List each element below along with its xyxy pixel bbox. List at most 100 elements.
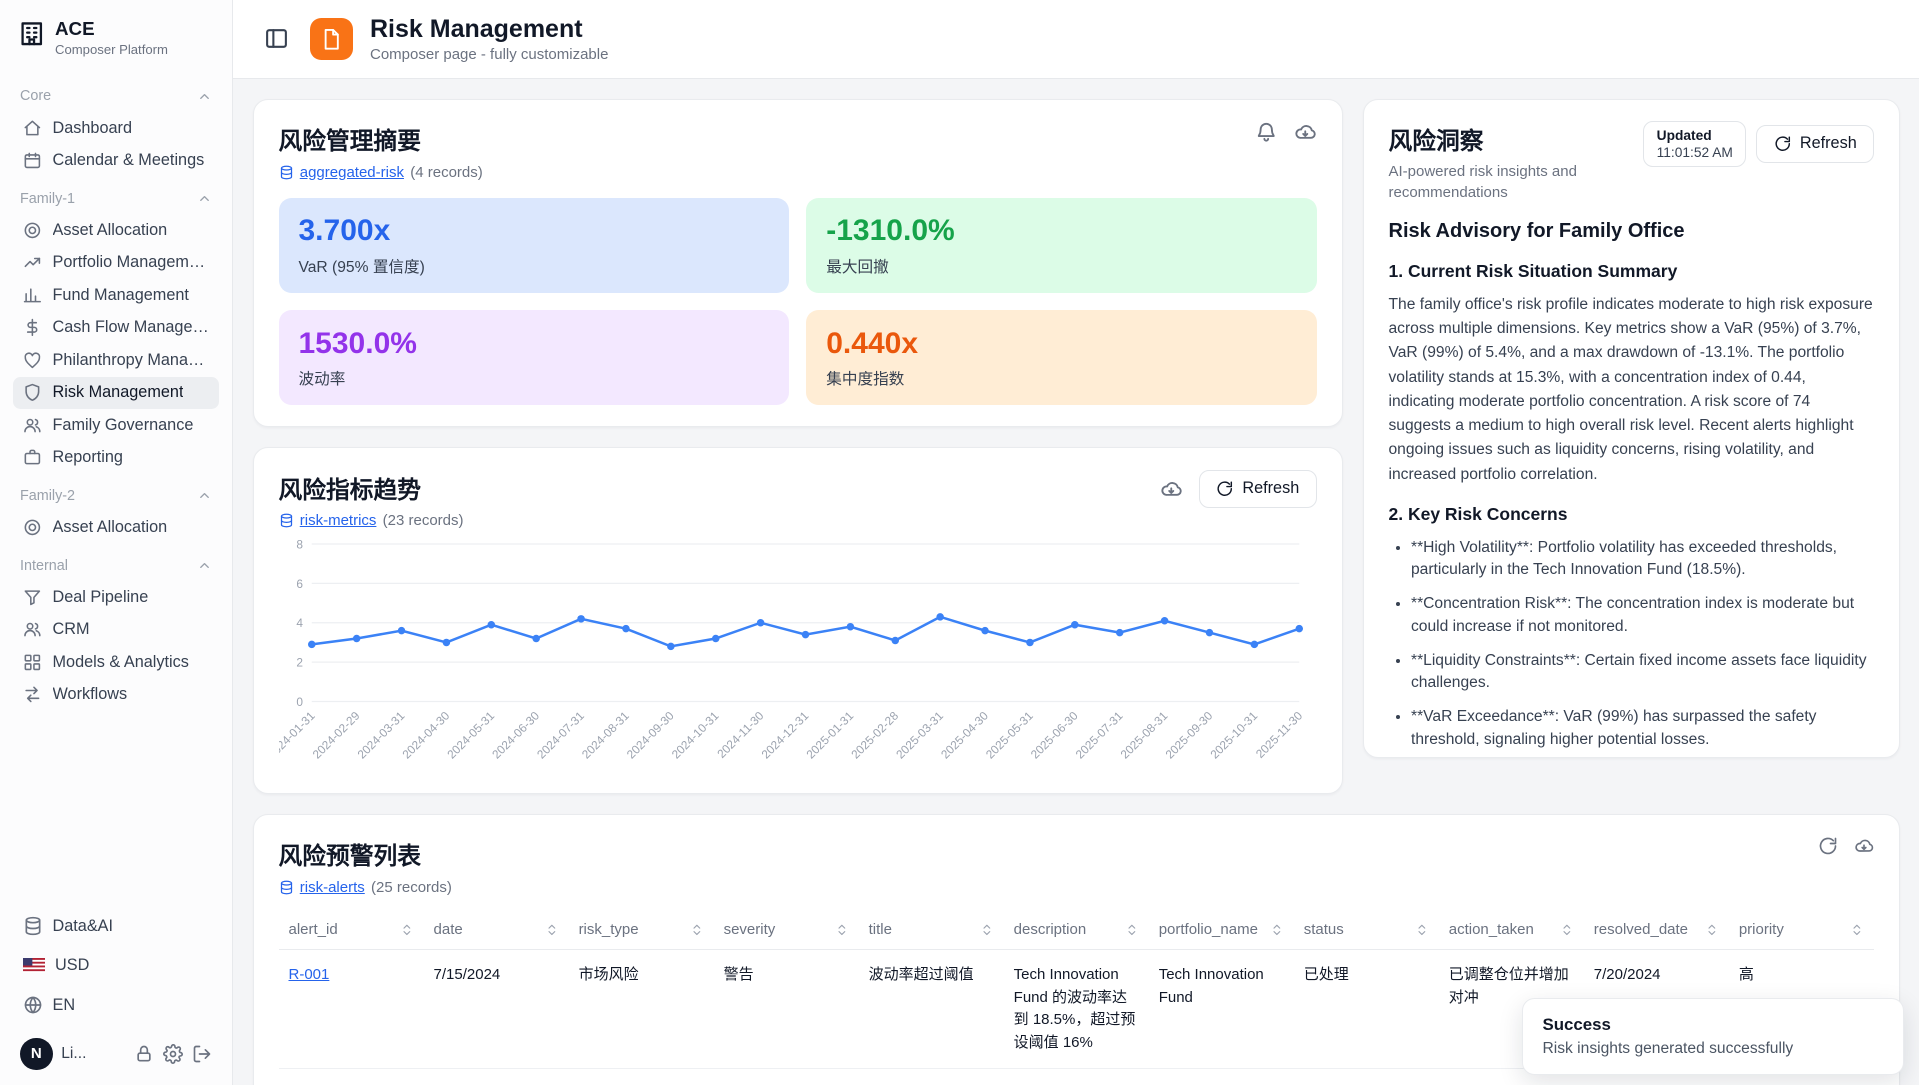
column-header-risk_type[interactable]: risk_type bbox=[569, 911, 714, 950]
svg-text:2025-10-31: 2025-10-31 bbox=[1207, 708, 1260, 761]
chevron-up-icon bbox=[197, 558, 212, 573]
sidebar-item-cash-flow-management[interactable]: Cash Flow Management bbox=[13, 312, 220, 345]
gear-icon[interactable] bbox=[163, 1044, 183, 1064]
column-header-priority[interactable]: priority bbox=[1729, 911, 1874, 950]
data-ai-item[interactable]: Data&AI bbox=[15, 906, 217, 946]
cloud-sync-icon[interactable] bbox=[1160, 478, 1183, 501]
metric-max-drawdown: -1310.0% 最大回撤 bbox=[806, 198, 1316, 293]
database-icon bbox=[279, 513, 294, 528]
document-icon bbox=[320, 28, 343, 51]
logout-icon[interactable] bbox=[192, 1044, 212, 1064]
sidebar-item-deal-pipeline[interactable]: Deal Pipeline bbox=[13, 581, 220, 614]
column-header-action_taken[interactable]: action_taken bbox=[1439, 911, 1584, 950]
lock-icon[interactable] bbox=[134, 1044, 154, 1064]
sort-icon[interactable] bbox=[545, 923, 559, 937]
risk-concern-item: **Liquidity Constraints**: Certain fixed… bbox=[1411, 650, 1874, 695]
sidebar-item-asset-allocation[interactable]: Asset Allocation bbox=[13, 214, 220, 247]
sidebar-item-philanthropy-management[interactable]: Philanthropy Management bbox=[13, 344, 220, 377]
insights-section-title: 2. Key Risk Concerns bbox=[1389, 504, 1875, 525]
sidebar-item-label: Fund Management bbox=[53, 286, 189, 305]
models-icon bbox=[23, 653, 42, 672]
target-icon bbox=[23, 221, 42, 240]
section-header-core[interactable]: Core bbox=[13, 75, 220, 112]
refresh-icon[interactable] bbox=[1818, 836, 1838, 856]
sort-icon[interactable] bbox=[1850, 923, 1864, 937]
sort-icon[interactable] bbox=[1270, 923, 1284, 937]
trends-refresh-button[interactable]: Refresh bbox=[1199, 470, 1317, 509]
trends-source-link[interactable]: risk-metrics bbox=[300, 512, 377, 529]
brand[interactable]: ACE Composer Platform bbox=[13, 15, 220, 75]
sidebar-item-reporting[interactable]: Reporting bbox=[13, 442, 220, 475]
insights-section-title: 1. Current Risk Situation Summary bbox=[1389, 261, 1875, 282]
content-area: 风险管理摘要 aggregated-risk (4 records) bbox=[233, 79, 1919, 1085]
sort-icon[interactable] bbox=[835, 923, 849, 937]
column-label: status bbox=[1304, 921, 1344, 940]
column-header-date[interactable]: date bbox=[424, 911, 569, 950]
sidebar-item-label: CRM bbox=[53, 620, 90, 639]
language-selector[interactable]: EN bbox=[15, 985, 217, 1025]
updated-time: 11:01:52 AM bbox=[1657, 145, 1733, 160]
insights-refresh-button[interactable]: Refresh bbox=[1756, 125, 1874, 164]
sort-icon[interactable] bbox=[1560, 923, 1574, 937]
column-header-resolved_date[interactable]: resolved_date bbox=[1584, 911, 1729, 950]
summary-title: 风险管理摘要 bbox=[279, 121, 483, 156]
sort-icon[interactable] bbox=[1125, 923, 1139, 937]
sidebar-item-family-governance[interactable]: Family Governance bbox=[13, 409, 220, 442]
metric-label: 集中度指数 bbox=[826, 367, 1296, 389]
summary-source-link[interactable]: aggregated-risk bbox=[300, 164, 404, 181]
column-header-description[interactable]: description bbox=[1004, 911, 1149, 950]
alert-cell: 市场风险 bbox=[569, 950, 714, 1069]
home-icon bbox=[23, 119, 42, 138]
toast-notification[interactable]: Success Risk insights generated successf… bbox=[1522, 998, 1905, 1076]
sort-icon[interactable] bbox=[980, 923, 994, 937]
sidebar-item-models-analytics[interactable]: Models & Analytics bbox=[13, 646, 220, 679]
page-subtitle: Composer page - fully customizable bbox=[370, 46, 608, 63]
summary-source-line: aggregated-risk (4 records) bbox=[279, 164, 483, 181]
database-icon bbox=[279, 880, 294, 895]
column-header-alert_id[interactable]: alert_id bbox=[279, 911, 424, 950]
heart-icon bbox=[23, 351, 42, 370]
sidebar-item-portfolio-management[interactable]: Portfolio Management bbox=[13, 247, 220, 280]
us-flag-icon bbox=[23, 958, 46, 973]
sidebar-item-label: Family Governance bbox=[53, 416, 194, 435]
chevron-up-icon bbox=[197, 89, 212, 104]
alerts-source-link[interactable]: risk-alerts bbox=[300, 879, 365, 896]
cloud-sync-icon[interactable] bbox=[1854, 836, 1874, 856]
column-header-title[interactable]: title bbox=[859, 911, 1004, 950]
sort-icon[interactable] bbox=[1415, 923, 1429, 937]
section-header-family-1[interactable]: Family-1 bbox=[13, 177, 220, 214]
column-header-status[interactable]: status bbox=[1294, 911, 1439, 950]
column-label: action_taken bbox=[1449, 921, 1534, 940]
alert-cell: 已处理 bbox=[1294, 950, 1439, 1069]
trends-card: 风险指标趋势 risk-metrics (23 records) bbox=[253, 447, 1343, 794]
column-header-portfolio_name[interactable]: portfolio_name bbox=[1149, 911, 1294, 950]
sidebar-item-label: Asset Allocation bbox=[53, 518, 168, 537]
trends-title: 风险指标趋势 bbox=[279, 470, 464, 505]
sidebar-item-dashboard[interactable]: Dashboard bbox=[13, 112, 220, 145]
metric-value: 0.440x bbox=[826, 327, 1296, 361]
sort-icon[interactable] bbox=[400, 923, 414, 937]
sidebar-item-calendar-meetings[interactable]: Calendar & Meetings bbox=[13, 144, 220, 177]
sidebar-item-fund-management[interactable]: Fund Management bbox=[13, 279, 220, 312]
alert-id-link[interactable]: R-001 bbox=[289, 966, 330, 983]
column-header-severity[interactable]: severity bbox=[714, 911, 859, 950]
sort-icon[interactable] bbox=[690, 923, 704, 937]
alert-cell: 注意 bbox=[714, 1068, 859, 1085]
sidebar-item-risk-management[interactable]: Risk Management bbox=[13, 377, 220, 410]
cloud-sync-icon[interactable] bbox=[1294, 121, 1317, 144]
notification-bell-icon[interactable] bbox=[1255, 121, 1278, 144]
currency-selector[interactable]: USD bbox=[15, 946, 217, 985]
section-header-internal[interactable]: Internal bbox=[13, 544, 220, 581]
svg-text:8: 8 bbox=[296, 537, 303, 551]
sidebar-item-asset-allocation[interactable]: Asset Allocation bbox=[13, 511, 220, 544]
insights-card: 风险洞察 AI-powered risk insights and recomm… bbox=[1363, 99, 1901, 758]
sidebar-item-crm[interactable]: CRM bbox=[13, 614, 220, 647]
avatar[interactable]: N bbox=[20, 1038, 53, 1071]
column-label: severity bbox=[724, 921, 776, 940]
sidebar-item-workflows[interactable]: Workflows bbox=[13, 679, 220, 712]
sidebar-toggle-button[interactable] bbox=[260, 23, 293, 56]
calendar-icon bbox=[23, 151, 42, 170]
section-header-family-2[interactable]: Family-2 bbox=[13, 474, 220, 511]
chevron-up-icon bbox=[197, 488, 212, 503]
sort-icon[interactable] bbox=[1705, 923, 1719, 937]
